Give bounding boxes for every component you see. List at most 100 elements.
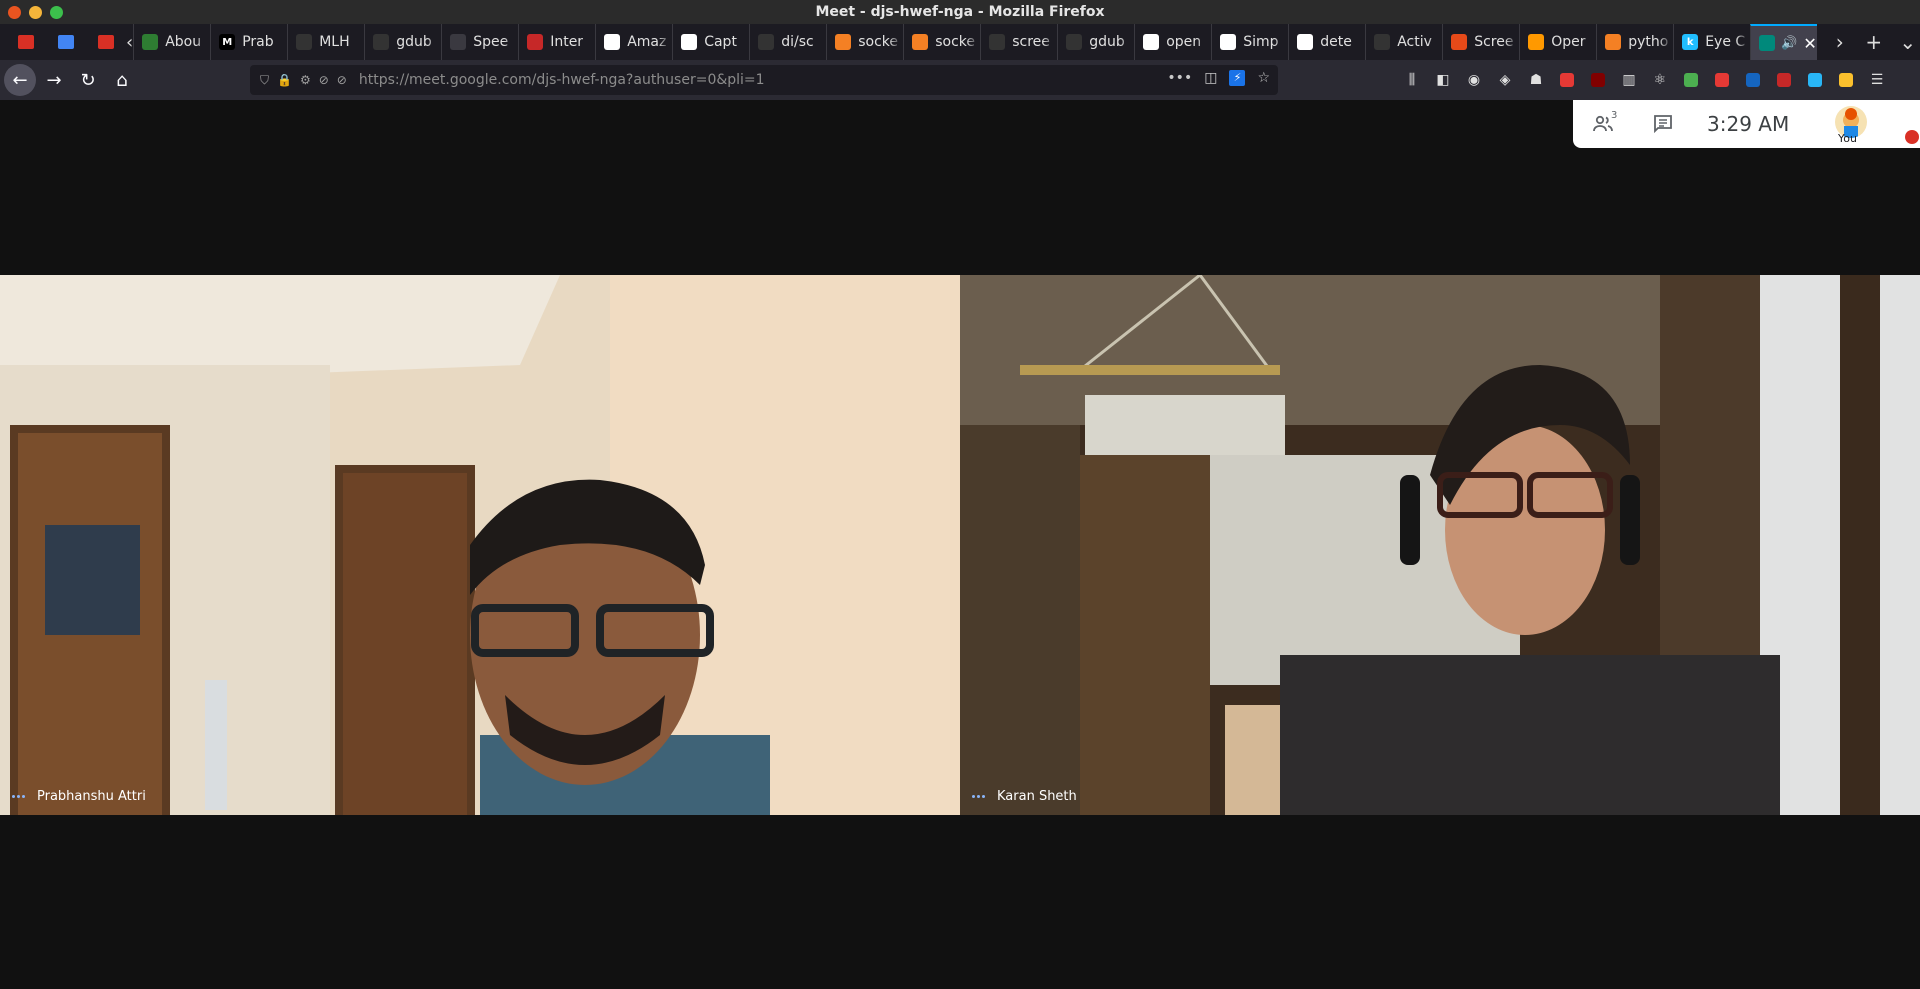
tabs-scroll-right-button[interactable]: ›: [1823, 24, 1857, 60]
google-icon: [1297, 34, 1314, 50]
speaker-icon[interactable]: 🔊: [1781, 36, 1797, 51]
browser-tab[interactable]: gdub: [1057, 24, 1134, 60]
extension-a-icon[interactable]: ◈: [1493, 68, 1517, 92]
menu-icon[interactable]: ☰: [1865, 68, 1889, 92]
simple-icon: [1220, 34, 1237, 50]
bolt-extension-icon[interactable]: ⚡: [1229, 70, 1246, 86]
pinned-tab[interactable]: [86, 24, 126, 60]
kaggle-icon: k: [1682, 34, 1699, 50]
chat-icon: [1654, 115, 1672, 134]
tab-label: Prab: [242, 34, 274, 50]
close-tab-icon[interactable]: ✕: [1803, 34, 1816, 53]
tracking-shield-icon[interactable]: ⛉: [260, 73, 269, 88]
chat-button[interactable]: [1633, 100, 1693, 148]
audio-indicator-icon: [12, 795, 25, 798]
browser-tab[interactable]: gdub: [364, 24, 441, 60]
library-icon[interactable]: ⫼: [1400, 68, 1424, 92]
browser-tab[interactable]: Amaz: [595, 24, 672, 60]
participants-button[interactable]: 3: [1573, 100, 1633, 148]
participant-count: 3: [1611, 110, 1618, 121]
github-icon: [758, 34, 775, 50]
github-icon: [989, 34, 1006, 50]
bookmark-star-icon[interactable]: ☆: [1257, 70, 1270, 86]
browser-tab[interactable]: dete: [1288, 24, 1365, 60]
browser-tab[interactable]: Abou: [133, 24, 210, 60]
tab-label: gdub: [396, 34, 432, 50]
tab-label: Inter: [550, 34, 584, 50]
speech-icon: [450, 34, 467, 50]
browser-tab[interactable]: Simp: [1211, 24, 1288, 60]
url-text[interactable]: https://meet.google.com/djs-hwef-nga?aut…: [359, 72, 765, 88]
browser-tab[interactable]: Inter: [518, 24, 595, 60]
participant-name: Karan Sheth: [997, 789, 1077, 804]
meeting-clock: 3:29 AM: [1707, 112, 1790, 136]
browser-tab[interactable]: k Eye C: [1673, 24, 1750, 60]
yellow-icon[interactable]: [1834, 68, 1858, 92]
colorful-icon[interactable]: [1679, 68, 1703, 92]
tab-label: socke: [858, 34, 898, 50]
red-tool-icon[interactable]: [1772, 68, 1796, 92]
red-circle-icon[interactable]: [1710, 68, 1734, 92]
browser-tab[interactable]: Scree: [1442, 24, 1519, 60]
github-icon: [296, 34, 313, 50]
google-icon: [1143, 34, 1160, 50]
gmail-icon: [98, 35, 114, 49]
navigation-toolbar: ← → ↻ ⌂ ⛉ 🔒 ⚙ ⊘ ⊘ https://meet.google.co…: [0, 60, 1920, 100]
participant-video: [0, 275, 960, 815]
back-button[interactable]: ←: [4, 64, 36, 96]
ghostery-icon[interactable]: ☗: [1524, 68, 1548, 92]
screenshot-icon[interactable]: [1555, 68, 1579, 92]
tab-label: pytho: [1628, 34, 1669, 50]
browser-tab[interactable]: socke: [826, 24, 903, 60]
pinned-tab[interactable]: [6, 24, 46, 60]
browser-tab[interactable]: Capt: [672, 24, 749, 60]
mic-blocked-icon[interactable]: ⊘: [337, 73, 347, 88]
stackoverflow-icon: [912, 34, 929, 50]
interview-icon: [527, 34, 544, 50]
aws-icon: [1528, 34, 1545, 50]
audio-indicator-icon: [972, 795, 985, 798]
browser-tab[interactable]: Activ: [1365, 24, 1442, 60]
self-label: You: [1838, 132, 1857, 145]
browser-tab[interactable]: socke: [903, 24, 980, 60]
url-bar[interactable]: ⛉ 🔒 ⚙ ⊘ ⊘ https://meet.google.com/djs-hw…: [250, 65, 1278, 95]
tab-label: Activ: [1397, 34, 1432, 50]
participant-tile[interactable]: Karan Sheth: [960, 275, 1920, 815]
participant-name: Prabhanshu Attri: [37, 789, 146, 804]
pocket-icon[interactable]: ◫: [1204, 70, 1217, 86]
page-actions-icon[interactable]: •••: [1167, 70, 1192, 86]
browser-tab[interactable]: Spee: [441, 24, 518, 60]
permissions-icon[interactable]: ⚙: [300, 73, 311, 88]
ublock-icon[interactable]: [1586, 68, 1610, 92]
forward-button[interactable]: →: [38, 64, 70, 96]
list-all-tabs-button[interactable]: ⌄: [1891, 24, 1920, 60]
browser-tab[interactable]: MLH: [287, 24, 364, 60]
columns-icon[interactable]: ▥: [1617, 68, 1641, 92]
save-icon[interactable]: [1803, 68, 1827, 92]
browser-tab[interactable]: pytho: [1596, 24, 1673, 60]
tree-icon: [142, 34, 159, 50]
browser-tab[interactable]: scree: [980, 24, 1057, 60]
sidebar-icon[interactable]: ◧: [1431, 68, 1455, 92]
tab-meet-active[interactable]: 🔊 ✕: [1750, 24, 1817, 60]
camera-blocked-icon[interactable]: ⊘: [319, 73, 329, 88]
participant-tile[interactable]: Prabhanshu Attri: [0, 275, 960, 815]
shield-extension-icon: [58, 35, 74, 49]
lock-icon[interactable]: 🔒: [277, 73, 292, 88]
window-title-bar: Meet - djs-hwef-nga - Mozilla Firefox: [0, 0, 1920, 24]
new-tab-button[interactable]: +: [1857, 24, 1891, 60]
tab-strip: ‹ Abou M Prab MLH gdub Spee Inter Amaz Capt di/sc…: [0, 24, 1920, 60]
browser-tab[interactable]: open: [1134, 24, 1211, 60]
pinned-tab[interactable]: [46, 24, 86, 60]
gmail-icon: [18, 35, 34, 49]
reload-button[interactable]: ↻: [72, 64, 104, 96]
tabs-scroll-left-button[interactable]: ‹: [126, 24, 133, 60]
browser-tab[interactable]: di/sc: [749, 24, 826, 60]
react-icon[interactable]: ⚛: [1648, 68, 1672, 92]
browser-tab[interactable]: Oper: [1519, 24, 1596, 60]
account-icon[interactable]: ◉: [1462, 68, 1486, 92]
cursor-icon[interactable]: [1741, 68, 1765, 92]
home-button[interactable]: ⌂: [106, 64, 138, 96]
browser-tab[interactable]: M Prab: [210, 24, 287, 60]
meet-content: 3 3:29 AM You Prabhanshu Attri Karan She…: [0, 100, 1920, 989]
